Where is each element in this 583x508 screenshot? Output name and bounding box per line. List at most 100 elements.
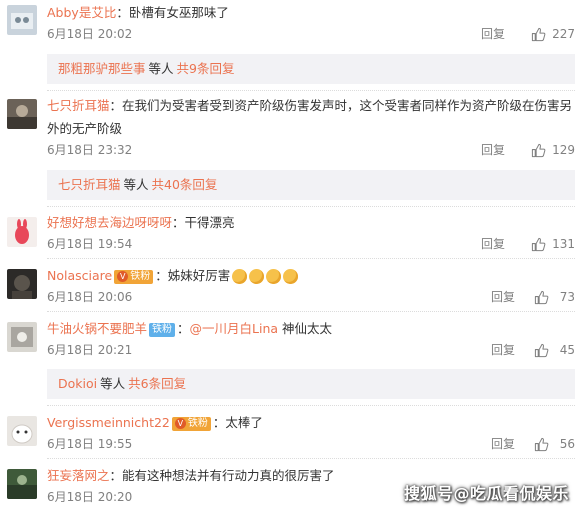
divider <box>47 405 575 407</box>
sub-reply-name[interactable]: 那粗那驴那些事 <box>58 61 146 76</box>
sub-replies-link[interactable]: 七只折耳猫 等人 共40条回复 <box>47 170 575 200</box>
thumbs-up-icon <box>534 437 549 451</box>
fan-badge[interactable]: V 铁粉 <box>114 269 154 284</box>
comment-text: 在我们为受害者受到资产阶级伤害发声时，这个受害者同样作为资产阶级在伤害另外的无产… <box>47 98 573 136</box>
like-button[interactable]: 227 <box>531 24 575 44</box>
divider <box>47 311 575 313</box>
comment-line: 牛油火锅不要肥羊 铁粉 ：@一川月白Lina 神仙太太 <box>47 318 575 339</box>
avatar[interactable] <box>7 469 37 499</box>
commenter-name[interactable]: Vergissmeinnicht22 <box>47 415 170 430</box>
divider <box>47 206 575 208</box>
thumbs-up-icon <box>534 290 549 304</box>
comment-meta: 6月18日 20:02 回复 227 <box>47 24 575 44</box>
colon: ： <box>116 5 129 20</box>
comment-meta: 6月18日 20:06 回复 73 <box>47 287 575 307</box>
like-count: 73 <box>559 290 575 304</box>
comment-text: 干得漂亮 <box>184 215 235 230</box>
avatar[interactable] <box>7 217 37 247</box>
sub-reply-count[interactable]: 共6条回复 <box>128 376 186 391</box>
comment-time: 6月18日 23:32 <box>47 143 133 157</box>
divider <box>47 258 575 260</box>
like-button[interactable]: 45 <box>534 340 575 360</box>
comment-time: 6月18日 19:54 <box>47 237 133 251</box>
sub-reply-word: 等人 <box>148 61 174 76</box>
comment-text: 神仙太太 <box>282 321 333 336</box>
comment-time: 6月18日 19:55 <box>47 437 133 451</box>
commenter-name[interactable]: 七只折耳猫 <box>47 98 110 113</box>
avatar[interactable] <box>7 322 37 352</box>
sub-reply-word: 等人 <box>123 177 149 192</box>
avatar[interactable] <box>7 99 37 129</box>
mention-link[interactable]: @一川月白Lina <box>190 321 279 336</box>
reply-button[interactable]: 回复 <box>481 24 505 44</box>
strong-arm-emoji-icon <box>232 269 248 284</box>
fan-badge[interactable]: 铁粉 <box>149 322 176 337</box>
thumbs-up-icon <box>531 143 546 157</box>
comment-line: Abby是艾比：卧槽有女巫那味了 <box>47 2 575 23</box>
reply-button[interactable]: 回复 <box>491 287 515 307</box>
divider <box>47 458 575 460</box>
colon: ： <box>109 468 123 483</box>
comment-time: 6月18日 20:20 <box>47 490 133 504</box>
comment-time: 6月18日 20:02 <box>47 27 133 41</box>
sub-replies-link[interactable]: 那粗那驴那些事 等人 共9条回复 <box>47 54 575 84</box>
sub-reply-count[interactable]: 共40条回复 <box>152 177 218 192</box>
comment-meta: 6月18日 19:55 回复 56 <box>47 434 575 454</box>
commenter-name[interactable]: Nolasciare <box>47 268 112 283</box>
comment-line: 好想好想去海边呀呀呀：干得漂亮 <box>47 212 575 233</box>
fan-badge-label: 铁粉 <box>152 323 173 335</box>
divider <box>47 90 575 92</box>
comment-meta: 6月18日 20:21 回复 45 <box>47 340 575 360</box>
thumbs-up-icon <box>531 237 546 251</box>
sub-replies-link[interactable]: Dokioi 等人 共6条回复 <box>47 369 575 399</box>
thumbs-up-icon <box>531 27 546 41</box>
colon: ： <box>212 415 226 430</box>
colon: ： <box>177 321 190 336</box>
like-count: 129 <box>552 143 575 157</box>
sub-reply-count[interactable]: 共9条回复 <box>177 61 235 76</box>
like-count: 56 <box>559 437 575 451</box>
like-button[interactable]: 129 <box>531 140 575 160</box>
thumbs-up-icon <box>534 343 549 357</box>
comment-meta: 6月18日 23:32 回复 129 <box>47 140 575 160</box>
comment-time: 6月18日 20:21 <box>47 343 133 357</box>
commenter-name[interactable]: 牛油火锅不要肥羊 <box>47 321 147 336</box>
vip-icon: V <box>117 270 129 282</box>
like-button[interactable]: 56 <box>534 434 575 454</box>
colon: ： <box>172 215 185 230</box>
comment-line: Nolasciare V 铁粉 ：姊妹好厉害 <box>47 265 575 287</box>
fan-badge-label: 铁粉 <box>187 417 208 429</box>
sub-reply-word: 等人 <box>100 376 126 391</box>
like-button[interactable]: 73 <box>534 287 575 307</box>
reply-button[interactable]: 回复 <box>481 140 505 160</box>
like-count: 45 <box>559 343 575 357</box>
avatar[interactable] <box>7 269 37 299</box>
comment-time: 6月18日 20:06 <box>47 290 133 304</box>
reply-button[interactable]: 回复 <box>481 234 505 254</box>
reply-button[interactable]: 回复 <box>491 434 515 454</box>
commenter-name[interactable]: 狂妄落网之 <box>47 468 110 483</box>
commenter-name[interactable]: Abby是艾比 <box>47 5 116 20</box>
colon: ： <box>109 98 123 113</box>
reply-button[interactable]: 回复 <box>491 340 515 360</box>
comment-text: 姊妹好厉害 <box>167 268 231 283</box>
fan-badge[interactable]: V 铁粉 <box>171 416 211 431</box>
strong-arm-emoji-icon <box>266 269 282 284</box>
strong-arm-emoji-icon <box>283 269 299 284</box>
like-button[interactable]: 131 <box>531 234 575 254</box>
sub-reply-name[interactable]: Dokioi <box>58 376 97 391</box>
colon: ： <box>155 268 168 283</box>
comment-text: 卧槽有女巫那味了 <box>128 5 229 20</box>
vip-icon: V <box>174 417 186 429</box>
comment-meta: 6月18日 19:54 回复 131 <box>47 234 575 254</box>
like-count: 227 <box>552 27 575 41</box>
fan-badge-label: 铁粉 <box>130 270 151 282</box>
emoji-group <box>232 266 300 287</box>
sub-reply-name[interactable]: 七只折耳猫 <box>58 177 121 192</box>
like-count: 131 <box>552 237 575 251</box>
avatar[interactable] <box>7 5 37 35</box>
avatar[interactable] <box>7 416 37 446</box>
watermark: 搜狐号@吃瓜看侃娱乐 <box>403 484 569 503</box>
comment-text: 太棒了 <box>225 415 263 430</box>
commenter-name[interactable]: 好想好想去海边呀呀呀 <box>47 215 172 230</box>
